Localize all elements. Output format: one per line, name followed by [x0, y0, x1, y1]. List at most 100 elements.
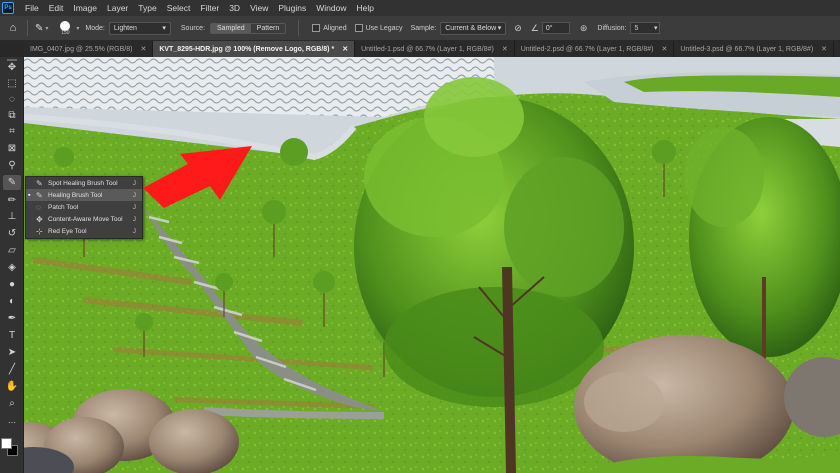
flyout-item-label: Red Eye Tool: [48, 227, 87, 235]
brush-tool-icon[interactable]: ✏: [3, 193, 21, 208]
sample-value: Current & Below: [445, 24, 497, 32]
chevron-down-icon[interactable]: ▾: [76, 25, 79, 32]
flyout-item-content-aware-move[interactable]: ✥ Content-Aware Move Tool J: [26, 213, 142, 225]
tab-label: KVT_8295-HDR.jpg @ 100% (Remove Logo, RG…: [159, 45, 335, 53]
source-label: Source:: [180, 24, 206, 32]
diffusion-select[interactable]: 5 ▾: [630, 22, 661, 34]
flyout-item-label: Content-Aware Move Tool: [48, 215, 123, 223]
frame-tool-icon[interactable]: ⊠: [3, 141, 21, 156]
options-bar: ⌂ ✎ ▾ 150 ▾ Mode: Lighten ▾ Source: Samp…: [0, 16, 840, 41]
close-icon[interactable]: ✕: [821, 45, 827, 53]
healing-tools-flyout: ✎ Spot Healing Brush Tool J ▪ ✎ Healing …: [25, 176, 143, 239]
menu-filter[interactable]: Filter: [195, 3, 224, 13]
crop-tool-icon[interactable]: ⌗: [3, 124, 21, 139]
menu-image[interactable]: Image: [68, 3, 102, 13]
lasso-tool-icon[interactable]: ◌: [3, 92, 21, 107]
photoshop-window: Ps File Edit Image Layer Type Select Fil…: [0, 0, 840, 473]
menu-layer[interactable]: Layer: [102, 3, 133, 13]
path-selection-tool-icon[interactable]: ➤: [3, 345, 21, 360]
source-sampled-button[interactable]: Sampled: [211, 23, 251, 33]
foreground-color-swatch[interactable]: [1, 438, 12, 449]
chevron-down-icon: ▾: [497, 25, 502, 32]
spot-healing-brush-icon: ✎: [36, 178, 43, 188]
flyout-item-healing-brush[interactable]: ▪ ✎ Healing Brush Tool J: [26, 189, 142, 201]
more-tools-icon[interactable]: ⋯: [3, 415, 21, 430]
tab-label: IMG_0407.jpg @ 25.5% (RGB/8): [30, 45, 133, 53]
menu-view[interactable]: View: [245, 3, 273, 13]
blur-tool-icon[interactable]: ●: [3, 277, 21, 292]
red-arrow-annotation: [143, 146, 252, 208]
shortcut-key: J: [132, 191, 136, 199]
chevron-down-icon[interactable]: ▾: [45, 25, 48, 32]
flyout-item-label: Spot Healing Brush Tool: [48, 179, 118, 187]
diffusion-value: 5: [634, 24, 639, 32]
use-legacy-checkbox[interactable]: Use Legacy: [354, 24, 403, 32]
tab-img-0407[interactable]: IMG_0407.jpg @ 25.5% (RGB/8) ✕: [24, 41, 154, 57]
shortcut-key: J: [132, 215, 136, 223]
type-tool-icon[interactable]: T: [3, 328, 21, 343]
checkbox-icon: [354, 24, 363, 32]
photoshop-logo: Ps: [2, 2, 14, 14]
tools-panel: ✥ ⬚ ◌ ⧉ ⌗ ⊠ ⚲ ✎ ✏ ⊥ ↺ ▱ ◈ ● ◐ ✒ T ➤ ╱ ✋ …: [0, 57, 24, 473]
zoom-tool-icon[interactable]: ⌕: [3, 396, 21, 411]
tab-untitled-2[interactable]: Untitled-2.psd @ 66.7% (Layer 1, RGB/8#)…: [515, 41, 675, 57]
shortcut-key: J: [132, 179, 136, 187]
marquee-tool-icon[interactable]: ⬚: [3, 76, 21, 91]
pen-tool-icon[interactable]: ✒: [3, 311, 21, 326]
hand-tool-icon[interactable]: ✋: [3, 379, 21, 394]
document-canvas[interactable]: [24, 57, 840, 473]
menu-edit[interactable]: Edit: [44, 3, 69, 13]
red-eye-icon: ⊹: [36, 226, 43, 236]
tab-untitled-1[interactable]: Untitled-1.psd @ 66.7% (Layer 1, RGB/8#)…: [355, 41, 515, 57]
menu-type[interactable]: Type: [133, 3, 161, 13]
divider: [27, 20, 28, 36]
tab-untitled-3[interactable]: Untitled-3.psd @ 66.7% (Layer 1, RGB/8#)…: [674, 41, 835, 57]
flyout-item-patch[interactable]: ◌ Patch Tool J: [26, 201, 142, 213]
sample-select[interactable]: Current & Below ▾: [440, 21, 507, 35]
angle-field[interactable]: 0°: [541, 22, 570, 34]
home-icon[interactable]: ⌂: [4, 22, 22, 34]
object-select-tool-icon[interactable]: ⧉: [3, 108, 21, 123]
source-toggle: Sampled Pattern: [210, 22, 287, 34]
tab-label: Untitled-2.psd @ 66.7% (Layer 1, RGB/8#): [520, 45, 654, 53]
mode-value: Lighten: [113, 24, 137, 32]
menu-file[interactable]: File: [20, 3, 44, 13]
ignore-adjustment-layers-icon[interactable]: ⊘: [514, 23, 522, 34]
healing-brush-icon: ✎: [36, 190, 43, 200]
paint-bucket-tool-icon[interactable]: ◈: [3, 260, 21, 275]
aligned-checkbox[interactable]: Aligned: [312, 24, 347, 32]
healing-brush-preset-icon[interactable]: ✎: [35, 23, 43, 34]
menu-3d[interactable]: 3D: [224, 3, 245, 13]
close-icon[interactable]: ✕: [502, 45, 508, 53]
source-pattern-button[interactable]: Pattern: [251, 24, 286, 33]
tab-kvt-8295-hdr[interactable]: KVT_8295-HDR.jpg @ 100% (Remove Logo, RG…: [153, 41, 356, 57]
flyout-item-red-eye[interactable]: ⊹ Red Eye Tool J: [26, 225, 142, 237]
move-tool-icon[interactable]: ✥: [3, 60, 21, 75]
chevron-down-icon: ▾: [162, 25, 166, 32]
tab-label: Untitled-1.psd @ 66.7% (Layer 1, RGB/8#): [361, 45, 494, 53]
close-icon[interactable]: ✕: [662, 45, 668, 53]
menu-bar: Ps File Edit Image Layer Type Select Fil…: [0, 0, 840, 16]
line-tool-icon[interactable]: ╱: [3, 362, 21, 377]
menu-window[interactable]: Window: [311, 3, 351, 13]
shortcut-key: J: [132, 203, 136, 211]
menu-plugins[interactable]: Plugins: [273, 3, 311, 13]
history-brush-tool-icon[interactable]: ↺: [3, 226, 21, 241]
close-icon[interactable]: ✕: [140, 45, 146, 53]
eyedropper-tool-icon[interactable]: ⚲: [3, 158, 21, 173]
dodge-tool-icon[interactable]: ◐: [3, 294, 21, 309]
mode-label: Mode:: [85, 24, 105, 32]
menu-help[interactable]: Help: [351, 3, 378, 13]
healing-brush-tool-icon[interactable]: ✎: [3, 175, 21, 190]
flyout-item-spot-healing-brush[interactable]: ✎ Spot Healing Brush Tool J: [26, 177, 142, 189]
photo-image: [24, 57, 840, 473]
menu-select[interactable]: Select: [162, 3, 196, 13]
eraser-tool-icon[interactable]: ▱: [3, 243, 21, 258]
brush-size-picker[interactable]: 150: [56, 20, 74, 36]
mode-select[interactable]: Lighten ▾: [108, 21, 171, 35]
close-icon[interactable]: ✕: [342, 45, 348, 53]
brush-size-value: 150: [61, 29, 70, 36]
pressure-size-icon[interactable]: ⊛: [580, 23, 588, 34]
use-legacy-label: Use Legacy: [365, 24, 403, 32]
clone-stamp-tool-icon[interactable]: ⊥: [3, 209, 21, 224]
